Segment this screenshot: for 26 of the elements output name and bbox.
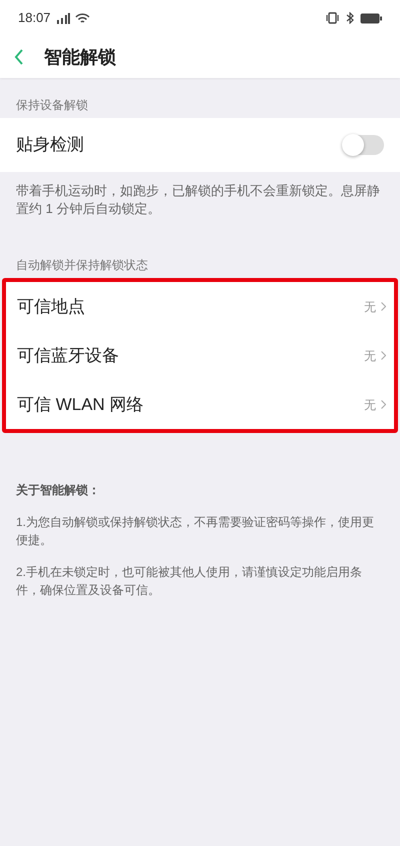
bluetooth-icon	[346, 12, 354, 24]
about-text: 1.为您自动解锁或保持解锁状态，不再需要验证密码等操作，使用更便捷。	[16, 514, 376, 549]
settings-row[interactable]: 可信 WLAN 网络 无	[6, 380, 394, 429]
setting-label: 贴身检测	[16, 134, 84, 156]
settings-row[interactable]: 可信地点 无	[6, 282, 394, 331]
setting-label: 可信 WLAN 网络	[17, 394, 144, 416]
section-header: 自动解锁并保持解锁状态	[15, 257, 149, 274]
wifi-icon	[74, 12, 90, 24]
chevron-icon	[381, 351, 386, 360]
chevron-icon	[381, 302, 386, 311]
about-title: 关于智能解锁：	[16, 482, 101, 499]
settings-row[interactable]: 可信蓝牙设备 无	[6, 331, 394, 380]
chevron-icon	[381, 400, 386, 409]
setting-value: 无	[364, 396, 376, 414]
setting-value: 无	[364, 348, 376, 364]
page-title: 智能解锁	[44, 46, 116, 68]
setting-label: 可信蓝牙设备	[17, 344, 119, 367]
about-text: 2.手机在未锁定时，也可能被其他人使用，请谨慎设定功能启用条件，确保位置及设备可信。	[16, 564, 364, 599]
section-header: 保持设备解锁	[15, 97, 89, 114]
status-time: 18:07	[18, 9, 51, 28]
battery-icon	[360, 12, 382, 24]
description-text: 带着手机运动时，如跑步，已解锁的手机不会重新锁定。息屏静置约 1 分钟后自动锁定。	[15, 182, 381, 218]
setting-value: 无	[364, 298, 376, 316]
setting-label: 可信地点	[17, 296, 85, 318]
vibrate-icon	[325, 12, 340, 24]
signal-icon	[56, 12, 70, 24]
